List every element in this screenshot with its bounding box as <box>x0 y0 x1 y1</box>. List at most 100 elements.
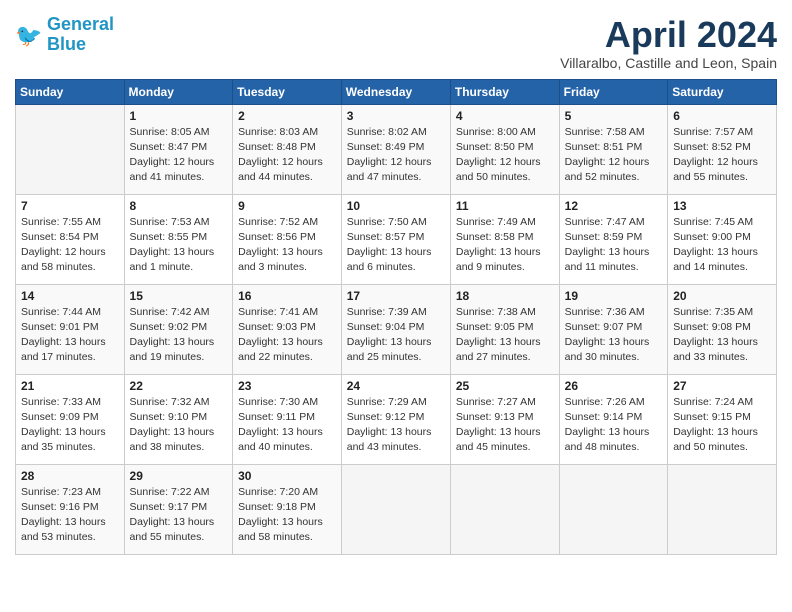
day-number: 19 <box>565 289 663 303</box>
day-number: 16 <box>238 289 336 303</box>
calendar-cell: 20Sunrise: 7:35 AMSunset: 9:08 PMDayligh… <box>668 284 777 374</box>
calendar-cell <box>450 464 559 554</box>
calendar-cell: 14 Sunrise: 7:44 AMSunset: 9:01 PMDayligh… <box>16 284 125 374</box>
calendar-cell: 2Sunrise: 8:03 AMSunset: 8:48 PMDaylight… <box>233 104 342 194</box>
day-info: Sunrise: 7:55 AMSunset: 8:54 PMDaylight:… <box>21 215 119 276</box>
calendar-cell: 23 Sunrise: 7:30 AMSunset: 9:11 PMDayligh… <box>233 374 342 464</box>
calendar-cell: 30 Sunrise: 7:20 AMSunset: 9:18 PMDayligh… <box>233 464 342 554</box>
calendar-cell: 16 Sunrise: 7:41 AMSunset: 9:03 PMDayligh… <box>233 284 342 374</box>
calendar-cell: 7 Sunrise: 7:55 AMSunset: 8:54 PMDaylight… <box>16 194 125 284</box>
calendar-cell: 4 Sunrise: 8:00 AMSunset: 8:50 PMDaylight… <box>450 104 559 194</box>
logo-line1: General <box>47 14 114 34</box>
week-row: 21 Sunrise: 7:33 AMSunset: 9:09 PMDayligh… <box>16 374 777 464</box>
day-number: 20 <box>673 289 771 303</box>
day-number: 18 <box>456 289 554 303</box>
day-info: Sunrise: 7:57 AMSunset: 8:52 PMDaylight:… <box>673 125 771 186</box>
header: 🐦 General Blue April 2024 Villaralbo, Ca… <box>15 15 777 71</box>
calendar-cell: 1Sunrise: 8:05 AMSunset: 8:47 PMDaylight… <box>124 104 233 194</box>
calendar-cell: 12Sunrise: 7:47 AMSunset: 8:59 PMDayligh… <box>559 194 668 284</box>
day-info: Sunrise: 7:38 AMSunset: 9:05 PMDaylight:… <box>456 305 554 366</box>
day-info: Sunrise: 7:26 AMSunset: 9:14 PMDaylight:… <box>565 395 663 456</box>
day-info: Sunrise: 7:41 AMSunset: 9:03 PMDaylight:… <box>238 305 336 366</box>
day-info: Sunrise: 7:58 AMSunset: 8:51 PMDaylight:… <box>565 125 663 186</box>
day-info: Sunrise: 7:32 AMSunset: 9:10 PMDaylight:… <box>130 395 228 456</box>
weekday-header: Friday <box>559 79 668 104</box>
day-number: 3 <box>347 109 445 123</box>
day-number: 14 <box>21 289 119 303</box>
day-number: 7 <box>21 199 119 213</box>
day-info: Sunrise: 7:45 AMSunset: 9:00 PMDaylight:… <box>673 215 771 276</box>
calendar-cell <box>668 464 777 554</box>
title-area: April 2024 Villaralbo, Castille and Leon… <box>560 15 777 71</box>
day-info: Sunrise: 8:03 AMSunset: 8:48 PMDaylight:… <box>238 125 336 186</box>
day-number: 28 <box>21 469 119 483</box>
weekday-header: Monday <box>124 79 233 104</box>
day-info: Sunrise: 8:02 AMSunset: 8:49 PMDaylight:… <box>347 125 445 186</box>
day-number: 15 <box>130 289 228 303</box>
calendar-table: SundayMondayTuesdayWednesdayThursdayFrid… <box>15 79 777 555</box>
day-info: Sunrise: 7:42 AMSunset: 9:02 PMDaylight:… <box>130 305 228 366</box>
calendar-cell: 18 Sunrise: 7:38 AMSunset: 9:05 PMDayligh… <box>450 284 559 374</box>
day-info: Sunrise: 7:23 AMSunset: 9:16 PMDaylight:… <box>21 485 119 546</box>
day-number: 30 <box>238 469 336 483</box>
calendar-cell: 17Sunrise: 7:39 AMSunset: 9:04 PMDayligh… <box>341 284 450 374</box>
day-info: Sunrise: 7:24 AMSunset: 9:15 PMDaylight:… <box>673 395 771 456</box>
day-info: Sunrise: 7:50 AMSunset: 8:57 PMDaylight:… <box>347 215 445 276</box>
calendar-cell: 13 Sunrise: 7:45 AMSunset: 9:00 PMDayligh… <box>668 194 777 284</box>
day-number: 4 <box>456 109 554 123</box>
day-info: Sunrise: 7:27 AMSunset: 9:13 PMDaylight:… <box>456 395 554 456</box>
weekday-header: Saturday <box>668 79 777 104</box>
day-info: Sunrise: 7:49 AMSunset: 8:58 PMDaylight:… <box>456 215 554 276</box>
svg-text:🐦: 🐦 <box>15 23 42 48</box>
calendar-cell: 8 Sunrise: 7:53 AMSunset: 8:55 PMDaylight… <box>124 194 233 284</box>
calendar-cell: 19 Sunrise: 7:36 AMSunset: 9:07 PMDayligh… <box>559 284 668 374</box>
day-number: 9 <box>238 199 336 213</box>
calendar-cell: 22 Sunrise: 7:32 AMSunset: 9:10 PMDayligh… <box>124 374 233 464</box>
day-number: 6 <box>673 109 771 123</box>
logo-text: General Blue <box>47 15 114 55</box>
calendar-cell <box>16 104 125 194</box>
day-info: Sunrise: 7:29 AMSunset: 9:12 PMDaylight:… <box>347 395 445 456</box>
day-info: Sunrise: 7:20 AMSunset: 9:18 PMDaylight:… <box>238 485 336 546</box>
day-number: 12 <box>565 199 663 213</box>
calendar-cell: 9 Sunrise: 7:52 AMSunset: 8:56 PMDaylight… <box>233 194 342 284</box>
calendar-cell <box>559 464 668 554</box>
day-info: Sunrise: 8:00 AMSunset: 8:50 PMDaylight:… <box>456 125 554 186</box>
location: Villaralbo, Castille and Leon, Spain <box>560 55 777 71</box>
week-row: 7 Sunrise: 7:55 AMSunset: 8:54 PMDaylight… <box>16 194 777 284</box>
day-number: 24 <box>347 379 445 393</box>
weekday-header: Sunday <box>16 79 125 104</box>
day-info: Sunrise: 7:36 AMSunset: 9:07 PMDaylight:… <box>565 305 663 366</box>
day-info: Sunrise: 7:44 AMSunset: 9:01 PMDaylight:… <box>21 305 119 366</box>
calendar-cell: 5Sunrise: 7:58 AMSunset: 8:51 PMDaylight… <box>559 104 668 194</box>
logo-icon: 🐦 <box>15 21 43 49</box>
day-number: 25 <box>456 379 554 393</box>
day-number: 10 <box>347 199 445 213</box>
logo: 🐦 General Blue <box>15 15 114 55</box>
week-row: 14 Sunrise: 7:44 AMSunset: 9:01 PMDayligh… <box>16 284 777 374</box>
day-number: 8 <box>130 199 228 213</box>
logo-line2: Blue <box>47 35 114 55</box>
calendar-cell: 25 Sunrise: 7:27 AMSunset: 9:13 PMDayligh… <box>450 374 559 464</box>
day-number: 27 <box>673 379 771 393</box>
calendar-cell: 28 Sunrise: 7:23 AMSunset: 9:16 PMDayligh… <box>16 464 125 554</box>
day-number: 23 <box>238 379 336 393</box>
day-number: 13 <box>673 199 771 213</box>
day-number: 11 <box>456 199 554 213</box>
day-info: Sunrise: 7:53 AMSunset: 8:55 PMDaylight:… <box>130 215 228 276</box>
day-number: 21 <box>21 379 119 393</box>
day-info: Sunrise: 7:30 AMSunset: 9:11 PMDaylight:… <box>238 395 336 456</box>
calendar-cell: 11 Sunrise: 7:49 AMSunset: 8:58 PMDayligh… <box>450 194 559 284</box>
week-row: 1Sunrise: 8:05 AMSunset: 8:47 PMDaylight… <box>16 104 777 194</box>
day-info: Sunrise: 7:52 AMSunset: 8:56 PMDaylight:… <box>238 215 336 276</box>
calendar-cell: 24 Sunrise: 7:29 AMSunset: 9:12 PMDayligh… <box>341 374 450 464</box>
month-title: April 2024 <box>560 15 777 55</box>
calendar-cell: 3 Sunrise: 8:02 AMSunset: 8:49 PMDaylight… <box>341 104 450 194</box>
calendar-cell: 10 Sunrise: 7:50 AMSunset: 8:57 PMDayligh… <box>341 194 450 284</box>
day-number: 22 <box>130 379 228 393</box>
calendar-cell: 15 Sunrise: 7:42 AMSunset: 9:02 PMDayligh… <box>124 284 233 374</box>
day-info: Sunrise: 7:39 AMSunset: 9:04 PMDaylight:… <box>347 305 445 366</box>
day-info: Sunrise: 7:22 AMSunset: 9:17 PMDaylight:… <box>130 485 228 546</box>
day-info: Sunrise: 7:33 AMSunset: 9:09 PMDaylight:… <box>21 395 119 456</box>
week-row: 28 Sunrise: 7:23 AMSunset: 9:16 PMDayligh… <box>16 464 777 554</box>
